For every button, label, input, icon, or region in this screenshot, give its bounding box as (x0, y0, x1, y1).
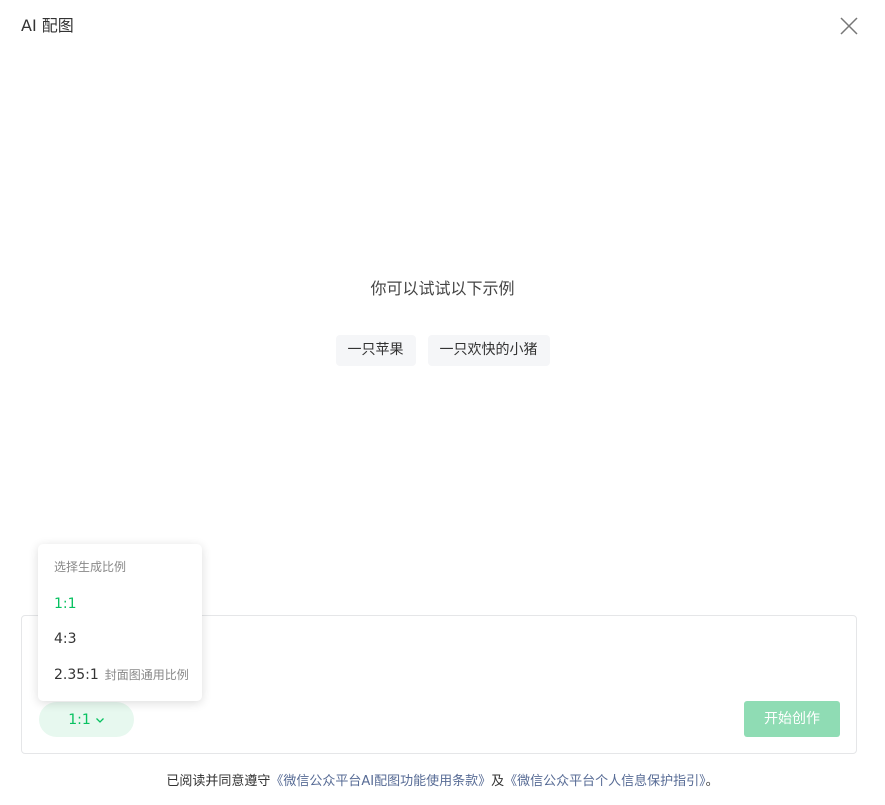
privacy-link[interactable]: 《微信公众平台个人信息保护指引》 (504, 774, 706, 789)
chevron-down-icon (95, 717, 104, 723)
footer-suffix: 。 (705, 774, 719, 789)
terms-link[interactable]: 《微信公众平台AI配图功能使用条款》 (270, 774, 491, 789)
ratio-option-label: 4:3 (54, 631, 77, 647)
ratio-menu-title: 选择生成比例 (54, 560, 127, 574)
ratio-dropdown-menu: 选择生成比例 1:1 4:3 2.35:1 封面图通用比例 (38, 544, 202, 701)
ratio-option-label: 1:1 (54, 596, 77, 612)
agreement-footer: 已阅读并同意遵守《微信公众平台AI配图功能使用条款》及《微信公众平台个人信息保护… (0, 772, 885, 792)
close-button[interactable] (838, 15, 860, 37)
ratio-option-note: 封面图通用比例 (104, 668, 189, 682)
ratio-option-4-3[interactable]: 4:3 (54, 629, 77, 649)
example-chip-piggy[interactable]: 一只欢快的小猪 (427, 335, 550, 366)
ratio-select-button[interactable]: 1:1 (39, 702, 134, 737)
prompt-hint: 你可以试试以下示例 (370, 279, 515, 298)
dialog-title: AI 配图 (21, 16, 74, 35)
example-chip-apple[interactable]: 一只苹果 (335, 335, 416, 366)
footer-prefix: 已阅读并同意遵守 (166, 774, 271, 789)
footer-middle: 及 (491, 774, 505, 789)
close-icon (840, 17, 858, 35)
ratio-option-1-1[interactable]: 1:1 (54, 594, 77, 614)
start-create-button[interactable]: 开始创作 (744, 701, 840, 737)
ratio-option-label: 2.35:1 (54, 667, 99, 683)
ratio-option-2-35-1[interactable]: 2.35:1 封面图通用比例 (54, 665, 189, 685)
example-list: 一只苹果 一只欢快的小猪 (0, 335, 885, 366)
ratio-value: 1:1 (68, 711, 91, 728)
